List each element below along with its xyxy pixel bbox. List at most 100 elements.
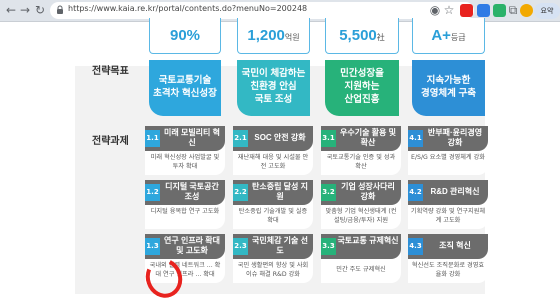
task-card-2-1[interactable]: 2.1 SOC 안전 강화 재난재해 대응 및 시설물 안전 고도화 [233,126,313,175]
stat-unit: 억원 [284,33,300,42]
goal-text: 산업진흥 [344,94,380,105]
stat-unit: 社 [376,33,385,42]
task-title: 기업 성장사다리 강화 [341,182,395,201]
task-number: 3.3 [321,238,336,255]
profile-button[interactable]: 요약 [534,3,560,19]
task-number: 2.1 [233,130,248,147]
url-text: https://www.kaia.re.kr/portal/contents.d… [68,4,308,13]
task-card-2-3[interactable]: 2.3 국민체감 기술 선도 국민 생활편의 향상 및 사회이슈 해결 R&D … [233,234,313,283]
task-card-3-2[interactable]: 3.2 기업 성장사다리 강화 맞춤형 기업 혁신생태계 (컨설팅/금융/투자)… [321,180,401,229]
task-card-3-1[interactable]: 3.1 우수기술 활용 및 확산 국토교통기술 인증 및 성과 확산 [321,126,401,175]
stat-box-3: 5,500社 [325,18,399,54]
task-title: 반부패·윤리경영 강화 [427,128,483,147]
extension-blue-icon[interactable] [477,4,490,17]
task-description: 국민 생활편의 향상 및 사회이슈 해결 R&D 강화 [237,262,309,278]
task-card-header: 3.2 기업 성장사다리 강화 [321,180,401,205]
goal-text: 초격차 혁신성장 [153,88,217,99]
extension-red-icon[interactable] [460,4,473,17]
task-description: 재난재해 대응 및 시설물 안전 고도화 [237,154,309,170]
task-card-3-3[interactable]: 3.3 국토교통 규제혁신 민간 주도 규제혁신 [321,234,401,283]
goal-text: 지속가능한 [426,75,471,86]
extension-green-icon[interactable] [493,4,506,17]
stat-box-4: A+등급 [412,18,485,54]
task-title: 국토교통 규제혁신 [337,236,399,245]
task-card-header: 3.3 국토교통 규제혁신 [321,234,401,259]
profile-sync-icon[interactable] [520,4,533,17]
task-title: SOC 안전 강화 [254,133,306,142]
task-title: 연구 인프라 확대 및 고도화 [164,236,220,255]
reload-icon[interactable]: ↻ [33,3,47,17]
task-card-1-1[interactable]: 1.1 미래 모빌리티 혁신 미래 혁신성장 사업발굴 및 투자 확대 [145,126,225,175]
stat-box-1: 90% [149,18,221,54]
task-number: 2.2 [233,184,248,201]
goal-text: 경영체계 구축 [420,88,477,99]
task-number: 1.1 [145,130,160,147]
task-title: 디지털 국토공간 조성 [165,182,219,201]
task-description: 미래 혁신성장 사업발굴 및 투자 확대 [150,154,220,170]
view-icon[interactable]: ◉ [428,3,442,17]
stat-value: 1,200 [247,27,285,44]
task-number: 3.2 [321,184,336,201]
task-number: 1.3 [145,238,160,255]
task-description: 민간 주도 규제혁신 [336,266,386,273]
goal-card-2: 국민이 체감하는 친환경 안심 국토 조성 [237,60,310,116]
goal-card-1: 국토교통기술 초격차 혁신성장 [149,60,221,116]
stat-value: A+ [431,27,451,44]
task-card-1-2[interactable]: 1.2 디지털 국토공간 조성 디지털 융복합 연구 고도화 [145,180,225,229]
address-bar[interactable]: https://www.kaia.re.kr/portal/contents.d… [50,2,474,19]
forward-icon[interactable]: → [18,3,32,17]
task-card-header: 1.1 미래 모빌리티 혁신 [145,126,225,151]
task-description: 혁신선도 조직문화로 경영효율화 강화 [411,262,485,278]
stat-unit: 등급 [450,33,466,42]
task-number: 4.1 [408,130,423,147]
task-number: 2.3 [233,238,248,255]
task-card-4-3[interactable]: 4.3 조직 혁신 혁신선도 조직문화로 경영효율화 강화 [408,234,488,283]
stat-box-2: 1,200억원 [237,18,310,54]
task-card-header: 4.1 반부패·윤리경영 강화 [408,126,488,151]
task-description: 디지털 융복합 연구 고도화 [150,208,220,215]
task-card-header: 3.1 우수기술 활용 및 확산 [321,126,401,151]
goal-card-4: 지속가능한 경영체계 구축 [412,60,485,116]
goal-text: 친환경 안심 [250,81,297,92]
goal-row-label: 전략목표 [92,66,129,77]
goal-text: 국토 조성 [254,94,293,105]
task-number: 1.2 [145,184,160,201]
goal-text: 민간성장을 [340,68,384,79]
task-description: E/S/G 요소별 경영체계 강화 [411,154,485,161]
task-number: 4.3 [408,238,423,255]
task-title: 미래 모빌리티 혁신 [164,128,220,147]
goal-text: 지원하는 [344,81,380,92]
task-card-header: 2.1 SOC 안전 강화 [233,126,313,151]
site-info-icon[interactable] [56,5,64,15]
task-card-header: 2.3 국민체감 기술 선도 [233,234,313,259]
task-description: 기획역량 강화 및 연구지원체계 고도화 [410,208,486,224]
stat-value: 5,500 [339,27,377,44]
goal-text: 국민이 체감하는 [241,68,306,79]
task-card-4-2[interactable]: 4.2 R&D 관리혁신 기획역량 강화 및 연구지원체계 고도화 [408,180,488,229]
task-row-label: 전략과제 [92,136,129,147]
task-card-2-2[interactable]: 2.2 탄소중립 달성 지원 탄소중립 기술개발 및 실증 확대 [233,180,313,229]
task-card-4-1[interactable]: 4.1 반부패·윤리경영 강화 E/S/G 요소별 경영체계 강화 [408,126,488,175]
task-title: 국민체감 기술 선도 [252,236,308,255]
back-icon[interactable]: ← [4,3,18,17]
task-number: 3.1 [321,130,336,147]
task-number: 4.2 [408,184,423,201]
task-title: 우수기술 활용 및 확산 [340,128,396,147]
goal-card-3: 민간성장을 지원하는 산업진흥 [325,60,399,116]
task-description: 맞춤형 기업 혁신생태계 (컨설팅/금융/투자) 지원 [325,208,397,224]
goal-text: 국토교통기술 [158,75,212,86]
task-card-header: 2.2 탄소중립 달성 지원 [233,180,313,205]
task-card-header: 1.3 연구 인프라 확대 및 고도화 [145,234,225,259]
bookmark-star-icon[interactable]: ☆ [442,3,456,17]
stat-value: 90% [169,27,201,44]
task-title: R&D 관리혁신 [430,187,480,196]
page-content: 90% 1,200억원 5,500社 A+등급 전략목표 국토교통기술 초격차 … [0,18,560,303]
task-title: 탄소중립 달성 지원 [252,182,308,201]
extensions-puzzle-icon[interactable]: ⧉ [506,3,520,17]
task-title: 조직 혁신 [439,241,471,250]
task-card-header: 1.2 디지털 국토공간 조성 [145,180,225,205]
task-card-header: 4.2 R&D 관리혁신 [408,180,488,205]
task-card-header: 4.3 조직 혁신 [408,234,488,259]
task-description: 국토교통기술 인증 및 성과 확산 [326,154,396,170]
task-description: 탄소중립 기술개발 및 실증 확대 [238,208,308,224]
